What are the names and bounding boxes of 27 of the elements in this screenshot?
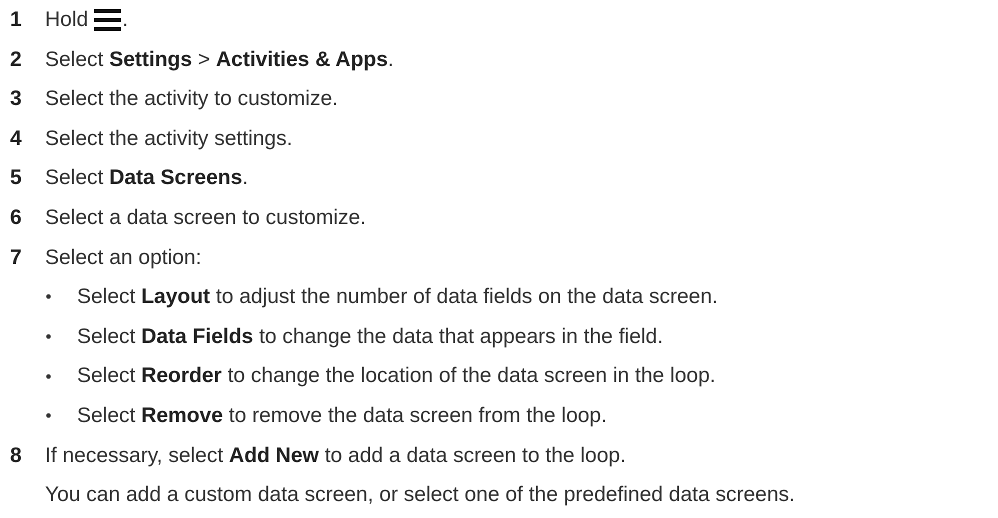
bullet-icon bbox=[46, 413, 51, 418]
step-text: Select the activity to customize. bbox=[45, 86, 338, 112]
bullet-text: Select Layout to adjust the number of data fields on the data screen. bbox=[77, 284, 718, 310]
menu-icon bbox=[94, 8, 122, 31]
step-number: 5 bbox=[10, 165, 23, 192]
step-text: Select Data Screens. bbox=[45, 165, 248, 192]
bullet-text: Select Reorder to change the location of the data screen in the loop. bbox=[77, 363, 716, 390]
step-text: Hold bbox=[45, 7, 88, 33]
step-number: 1 bbox=[10, 7, 23, 33]
step-text: . bbox=[122, 7, 128, 33]
step-number: 7 bbox=[10, 244, 23, 271]
step-text: Select the activity settings. bbox=[45, 126, 292, 152]
step-text: Select an option: bbox=[45, 244, 202, 271]
bullet-text: Select Remove to remove the data screen from the loop. bbox=[77, 402, 607, 429]
step-number: 3 bbox=[10, 86, 23, 112]
bullet-icon bbox=[46, 374, 51, 379]
step-number: 6 bbox=[10, 204, 23, 231]
step-text: Select a data screen to customize. bbox=[45, 204, 366, 231]
step-note: You can add a custom data screen, or select one of the predefined data screens. bbox=[45, 482, 795, 508]
bullet-icon bbox=[46, 334, 51, 340]
bullet-icon bbox=[46, 294, 51, 300]
step-number: 4 bbox=[10, 126, 23, 152]
step-text: If necessary, select Add New to add a data screen to the loop. bbox=[45, 442, 626, 469]
bullet-text: Select Data Fields to change the data that appears in the field. bbox=[77, 324, 664, 350]
step-number: 8 bbox=[10, 442, 23, 469]
step-number: 2 bbox=[10, 46, 23, 73]
step-text: Select Settings > Activities & Apps. bbox=[45, 46, 394, 73]
